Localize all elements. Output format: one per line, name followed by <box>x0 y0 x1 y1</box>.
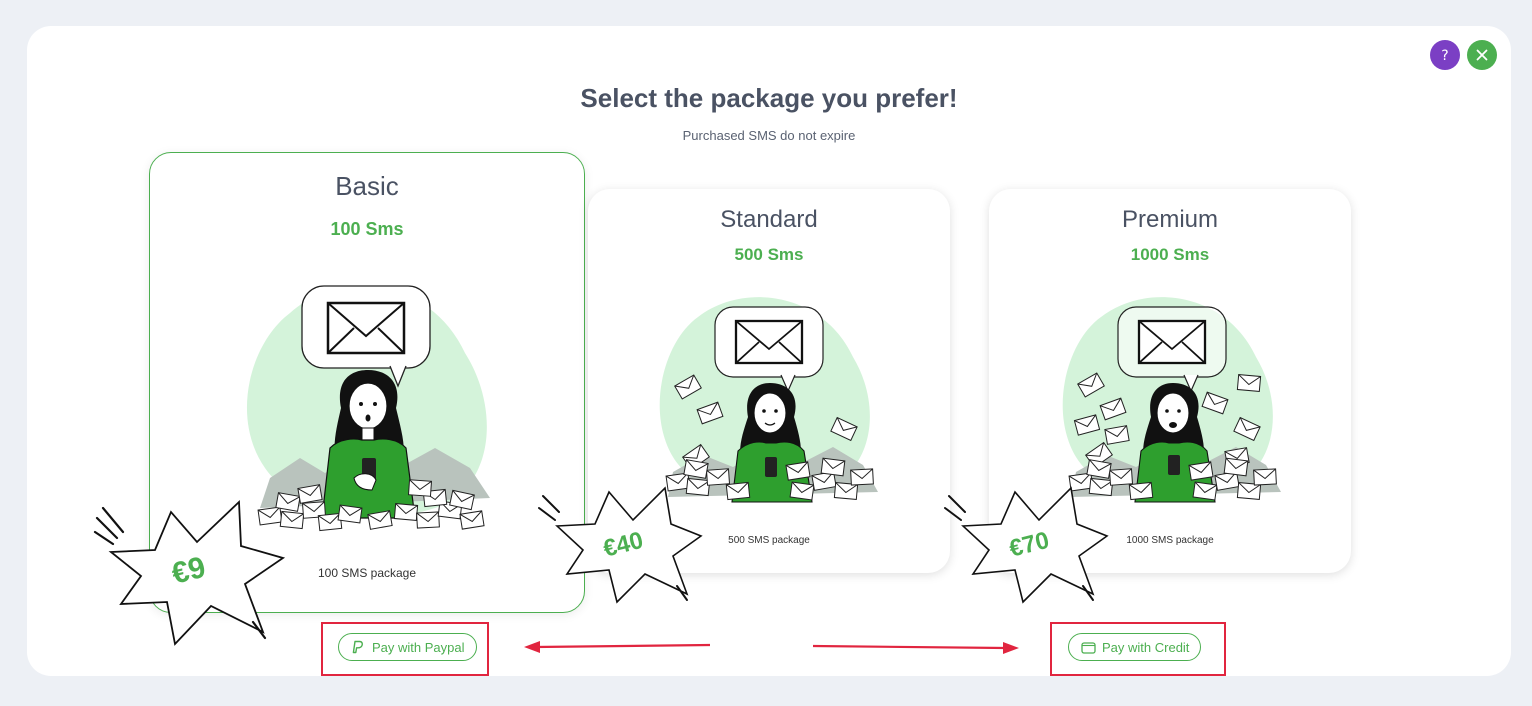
package-name: Premium <box>1121 206 1218 233</box>
package-sms-count: 1000 Sms <box>1130 245 1210 264</box>
pay-with-paypal-button[interactable]: Pay with Paypal <box>338 633 477 661</box>
pay-with-credit-label: Pay with Credit <box>1102 639 1190 655</box>
arrow-right-icon <box>812 642 1019 654</box>
package-name: Standard <box>720 206 818 233</box>
pay-with-paypal-label: Pay with Paypal <box>372 639 465 655</box>
help-button[interactable]: ? <box>1430 40 1460 70</box>
question-icon: ? <box>1441 48 1448 62</box>
page-title: Select the package you prefer! <box>580 83 958 113</box>
wallet-icon <box>1080 639 1096 655</box>
svg-text:?: ? <box>1441 48 1448 62</box>
close-button[interactable] <box>1467 40 1497 70</box>
sms-illustration <box>1062 297 1281 503</box>
package-sms-count: 500 Sms <box>734 245 804 264</box>
paypal-icon <box>350 639 366 655</box>
pay-with-credit-button[interactable]: Pay with Credit <box>1068 633 1202 661</box>
price-burst-standard: €40 <box>538 486 703 604</box>
page-subtitle: Purchased SMS do not expire <box>682 128 856 143</box>
price-burst-premium: €70 <box>944 486 1109 604</box>
package-sms-count: 100 Sms <box>330 219 404 239</box>
package-name: Basic <box>335 171 399 201</box>
arrow-left-icon <box>524 641 711 653</box>
price-burst-basic: €9 <box>93 499 286 646</box>
close-icon <box>1476 49 1488 61</box>
sms-illustration <box>659 297 878 503</box>
package-modal: ? Select the package you prefer! Purchas… <box>27 26 1511 676</box>
